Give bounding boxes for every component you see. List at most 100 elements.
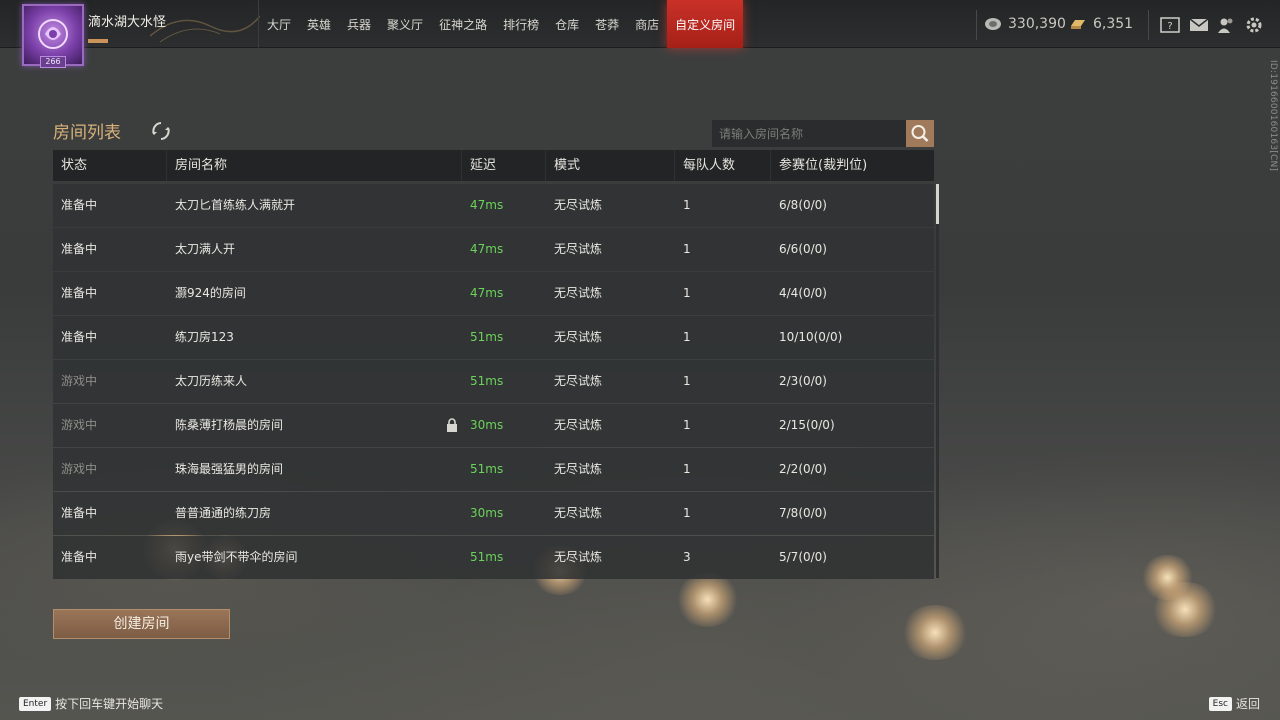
room-team-size-text: 1 xyxy=(683,330,691,344)
room-mode-text: 无尽试炼 xyxy=(554,506,603,520)
room-team-size: 1 xyxy=(675,184,771,227)
gold-ingot-icon xyxy=(1071,20,1085,29)
nav-tab[interactable]: 苍莽 xyxy=(587,0,627,48)
column-header-mode[interactable]: 模式 xyxy=(546,150,675,181)
room-status: 游戏中 xyxy=(53,404,167,447)
column-header-slots[interactable]: 参赛位(裁判位) xyxy=(771,150,934,181)
room-name: 太刀满人开 xyxy=(167,228,462,271)
room-name: 珠海最强猛男的房间 xyxy=(167,448,462,491)
room-status: 准备中 xyxy=(53,184,167,227)
silver-coin-icon xyxy=(985,18,1001,30)
table-row[interactable]: 准备中 普普通通的练刀房 30ms 无尽试炼 1 7/8(0/0) xyxy=(53,492,934,535)
room-ping-text: 51ms xyxy=(470,330,504,344)
room-status-text: 准备中 xyxy=(61,550,98,564)
room-ping: 51ms xyxy=(462,448,546,491)
level-badge: 266 xyxy=(40,56,66,68)
settings-gear-icon[interactable] xyxy=(1244,16,1264,34)
room-ping: 47ms xyxy=(462,228,546,271)
enter-key-badge: Enter xyxy=(19,696,52,711)
room-mode: 无尽试炼 xyxy=(546,536,675,579)
refresh-icon[interactable] xyxy=(151,121,171,141)
table-row[interactable]: 游戏中 太刀历练来人 51ms 无尽试炼 1 2/3(0/0) xyxy=(53,360,934,403)
lantern-light xyxy=(1150,582,1220,637)
room-slots: 6/8(0/0) xyxy=(771,184,934,227)
mail-icon[interactable] xyxy=(1189,16,1209,34)
room-list-title: 房间列表 xyxy=(53,123,121,143)
room-ping-text: 51ms xyxy=(470,550,504,564)
room-ping: 51ms xyxy=(462,536,546,579)
nav-tab[interactable]: 排行榜 xyxy=(495,0,547,48)
room-name-text: 练刀房123 xyxy=(175,330,234,344)
svg-text:?: ? xyxy=(1167,21,1172,32)
room-name: 陈桑薄打杨晨的房间 xyxy=(167,404,462,447)
room-slots: 2/2(0/0) xyxy=(771,448,934,491)
room-search-input[interactable] xyxy=(712,120,906,147)
room-table: 状态 房间名称 延迟 模式 每队人数 参赛位(裁判位) 准备中 太刀匕首练练人满就… xyxy=(53,150,934,579)
table-row[interactable]: 游戏中 陈桑薄打杨晨的房间 30ms 无尽试炼 1 2/15(0/0) xyxy=(53,404,934,447)
room-status-text: 游戏中 xyxy=(61,462,98,476)
room-slots: 4/4(0/0) xyxy=(771,272,934,315)
exp-bar xyxy=(88,39,108,43)
nav-tab[interactable]: 英雄 xyxy=(299,0,339,48)
room-team-size: 1 xyxy=(675,404,771,447)
scrollbar-thumb[interactable] xyxy=(936,184,939,224)
lantern-light xyxy=(1140,555,1195,600)
silver-amount: 330,390 xyxy=(1008,16,1066,32)
table-row[interactable]: 准备中 太刀匕首练练人满就开 47ms 无尽试炼 1 6/8(0/0) xyxy=(53,184,934,227)
nav-tab[interactable]: 征神之路 xyxy=(431,0,495,48)
friends-icon[interactable] xyxy=(1216,16,1236,34)
room-team-size-text: 1 xyxy=(683,418,691,432)
room-ping: 30ms xyxy=(462,404,546,447)
decorative-swirl xyxy=(150,15,260,43)
table-row[interactable]: 准备中 练刀房123 51ms 无尽试炼 1 10/10(0/0) xyxy=(53,316,934,359)
search-button[interactable] xyxy=(906,120,934,147)
room-ping: 47ms xyxy=(462,184,546,227)
nav-tab[interactable]: 自定义房间 xyxy=(667,0,744,48)
table-row[interactable]: 准备中 太刀满人开 47ms 无尽试炼 1 6/6(0/0) xyxy=(53,228,934,271)
create-room-button[interactable]: 创建房间 xyxy=(53,609,230,639)
room-name-text: 雨ye带剑不带伞的房间 xyxy=(175,550,298,564)
room-ping: 30ms xyxy=(462,492,546,535)
nav-tab[interactable]: 商店 xyxy=(627,0,667,48)
table-row[interactable]: 准备中 雨ye带剑不带伞的房间 51ms 无尽试炼 3 5/7(0/0) xyxy=(53,536,934,579)
room-name-text: 陈桑薄打杨晨的房间 xyxy=(175,418,284,432)
room-ping: 51ms xyxy=(462,360,546,403)
room-name-text: 太刀历练来人 xyxy=(175,374,248,388)
room-slots-text: 6/6(0/0) xyxy=(779,242,827,256)
help-book-icon[interactable]: ? xyxy=(1160,16,1180,34)
lantern-light xyxy=(675,572,740,627)
esc-key-badge: Esc xyxy=(1208,696,1232,711)
room-mode: 无尽试炼 xyxy=(546,316,675,359)
room-name-text: 珠海最强猛男的房间 xyxy=(175,462,284,476)
chat-hint: Enter 按下回车键开始聊天 xyxy=(19,695,163,712)
table-row[interactable]: 准备中 灏924的房间 47ms 无尽试炼 1 4/4(0/0) xyxy=(53,272,934,315)
table-row[interactable]: 游戏中 珠海最强猛男的房间 51ms 无尽试炼 1 2/2(0/0) xyxy=(53,448,934,491)
column-header-room-name[interactable]: 房间名称 xyxy=(167,150,462,181)
room-name-text: 太刀匕首练练人满就开 xyxy=(175,198,296,212)
column-header-team-size[interactable]: 每队人数 xyxy=(675,150,771,181)
room-mode: 无尽试炼 xyxy=(546,404,675,447)
nav-tab[interactable]: 聚义厅 xyxy=(379,0,431,48)
avatar-emblem-icon xyxy=(38,19,68,49)
back-label[interactable]: 返回 xyxy=(1236,695,1260,712)
room-mode-text: 无尽试炼 xyxy=(554,418,603,432)
back-hint[interactable]: Esc 返回 xyxy=(1208,695,1260,712)
room-mode-text: 无尽试炼 xyxy=(554,242,603,256)
table-scrollbar[interactable] xyxy=(936,184,939,578)
table-header: 状态 房间名称 延迟 模式 每队人数 参赛位(裁判位) xyxy=(53,150,934,181)
nav-tab[interactable]: 大厅 xyxy=(259,0,299,48)
room-slots: 5/7(0/0) xyxy=(771,536,934,579)
room-mode: 无尽试炼 xyxy=(546,184,675,227)
column-header-ping[interactable]: 延迟 xyxy=(462,150,546,181)
room-status-text: 游戏中 xyxy=(61,374,98,388)
room-name-text: 太刀满人开 xyxy=(175,242,236,256)
room-slots: 2/3(0/0) xyxy=(771,360,934,403)
room-slots: 10/10(0/0) xyxy=(771,316,934,359)
column-header-status[interactable]: 状态 xyxy=(53,150,167,181)
room-team-size-text: 1 xyxy=(683,286,691,300)
nav-tab[interactable]: 仓库 xyxy=(547,0,587,48)
room-slots: 6/6(0/0) xyxy=(771,228,934,271)
nav-tab[interactable]: 兵器 xyxy=(339,0,379,48)
room-status-text: 游戏中 xyxy=(61,418,98,432)
room-mode-text: 无尽试炼 xyxy=(554,330,603,344)
